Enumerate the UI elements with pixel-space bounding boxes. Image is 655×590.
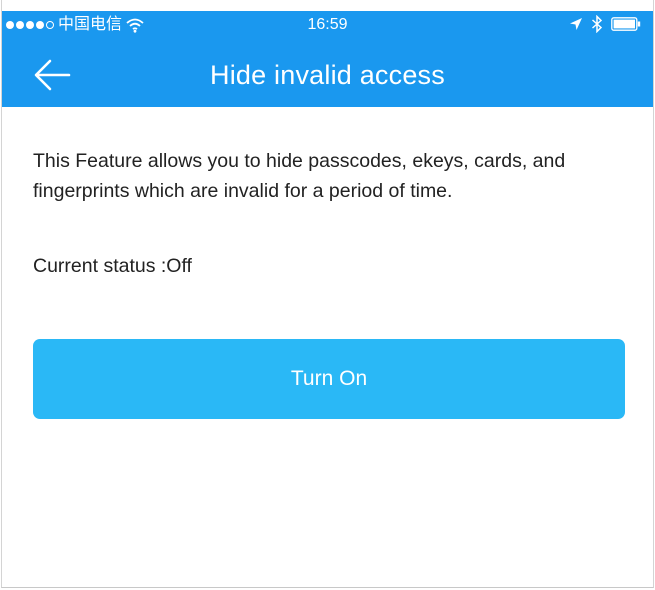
header: 中国电信 16:59 Hide invalid access bbox=[2, 11, 653, 107]
page-title: Hide invalid access bbox=[210, 60, 445, 90]
app-screen: 中国电信 16:59 Hide invalid access This Feat… bbox=[1, 0, 654, 588]
nav-bar: Hide invalid access bbox=[2, 47, 653, 103]
location-arrow-icon bbox=[569, 17, 583, 31]
bluetooth-icon bbox=[591, 14, 603, 34]
current-status: Current status :Off bbox=[33, 255, 192, 277]
status-bar: 中国电信 16:59 bbox=[2, 11, 653, 41]
turn-on-button[interactable]: Turn On bbox=[33, 339, 625, 419]
battery-icon bbox=[611, 17, 641, 31]
clock: 16:59 bbox=[307, 16, 348, 33]
status-right bbox=[569, 14, 641, 34]
feature-description: This Feature allows you to hide passcode… bbox=[33, 150, 566, 202]
